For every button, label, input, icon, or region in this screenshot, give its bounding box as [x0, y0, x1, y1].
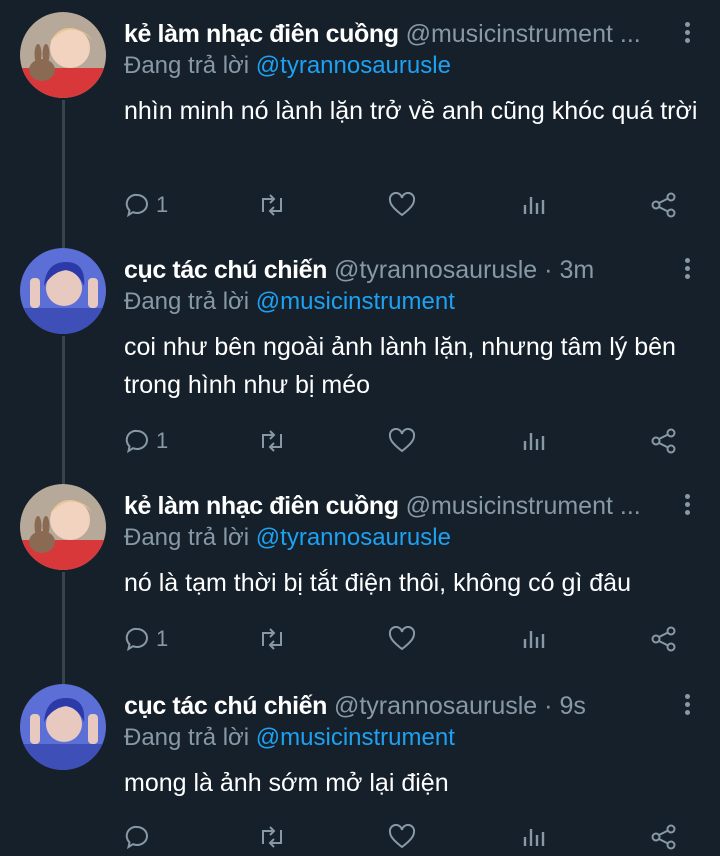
analytics-button[interactable] — [520, 822, 546, 852]
blue-hair-boy-avatar — [20, 684, 106, 770]
share-icon — [651, 626, 676, 652]
replying-to: Đang trả lời @tyrannosaurusle — [124, 522, 451, 554]
reply-icon — [125, 627, 148, 652]
username[interactable]: @musicinstrument ... — [406, 20, 641, 48]
replying-to-label: Đang trả lời — [124, 288, 250, 315]
analytics-icon — [523, 433, 545, 450]
reply-icon — [125, 825, 148, 850]
tweet-actions — [124, 822, 680, 852]
display-name[interactable]: cục tác chú chiến — [124, 256, 327, 284]
tweet[interactable]: kẻ làm nhạc điên cuồng @musicinstrument … — [0, 0, 720, 236]
reply-mention-link[interactable]: @tyrannosaurusle — [256, 52, 451, 79]
more-options-icon[interactable] — [682, 22, 692, 48]
tweet[interactable]: kẻ làm nhạc điên cuồng @musicinstrument … — [0, 472, 720, 672]
share-icon — [651, 192, 676, 218]
reply-count: 1 — [156, 428, 169, 453]
tweet[interactable]: cục tác chú chiến @tyrannosaurusle · 9s … — [0, 672, 720, 856]
avatar[interactable] — [20, 12, 106, 98]
tweet-text: nhìn minh nó lành lặn trở về anh cũng kh… — [124, 97, 698, 125]
reply-mention-link[interactable]: @tyrannosaurusle — [256, 524, 451, 551]
reply-count: 1 — [156, 192, 169, 217]
more-options-icon[interactable] — [682, 694, 692, 720]
display-name[interactable]: kẻ làm nhạc điên cuồng — [124, 20, 399, 48]
username[interactable]: @musicinstrument ... — [406, 492, 641, 520]
tweet-actions: 1 — [124, 426, 680, 456]
reply-icon — [125, 193, 148, 218]
tweet-header: cục tác chú chiến @tyrannosaurusle · 9s — [124, 690, 670, 722]
avatar[interactable] — [20, 684, 106, 770]
replying-to: Đang trả lời @musicinstrument — [124, 722, 455, 754]
display-name[interactable]: kẻ làm nhạc điên cuồng — [124, 492, 399, 520]
analytics-button[interactable] — [520, 426, 546, 456]
share-icon — [651, 824, 676, 850]
tweet-text: nó là tạm thời bị tắt điện thôi, không c… — [124, 569, 631, 597]
replying-to: Đang trả lời @tyrannosaurusle — [124, 50, 451, 82]
retweet-button[interactable] — [258, 624, 286, 654]
blue-hair-boy-avatar — [20, 248, 106, 334]
share-button[interactable] — [650, 624, 678, 654]
like-button[interactable] — [388, 190, 416, 220]
timestamp[interactable]: · 3m — [544, 256, 594, 284]
username[interactable]: @tyrannosaurusle — [334, 256, 537, 284]
analytics-button[interactable] — [520, 624, 546, 654]
tweet-header: cục tác chú chiến @tyrannosaurusle · 3m — [124, 254, 670, 286]
share-button[interactable] — [650, 822, 678, 852]
retweet-icon — [262, 826, 282, 848]
username[interactable]: @tyrannosaurusle — [334, 692, 537, 720]
tweet-text: mong là ảnh sớm mở lại điện — [124, 769, 449, 797]
heart-icon — [388, 626, 416, 651]
heart-icon — [388, 192, 416, 217]
tweet-actions: 1 — [124, 190, 680, 220]
retweet-icon — [262, 430, 282, 452]
rabbit-boy-avatar — [20, 484, 106, 570]
like-button[interactable] — [388, 426, 416, 456]
retweet-icon — [262, 194, 282, 216]
more-options-icon[interactable] — [682, 258, 692, 284]
analytics-icon — [523, 197, 545, 214]
reply-button[interactable]: 1 — [124, 624, 168, 654]
display-name[interactable]: cục tác chú chiến — [124, 692, 327, 720]
reply-button[interactable]: 1 — [124, 426, 168, 456]
like-button[interactable] — [388, 822, 416, 852]
share-icon — [651, 428, 676, 454]
retweet-icon — [262, 628, 282, 650]
avatar[interactable] — [20, 484, 106, 570]
retweet-button[interactable] — [258, 190, 286, 220]
retweet-button[interactable] — [258, 822, 286, 852]
more-options-icon[interactable] — [682, 494, 692, 520]
analytics-button[interactable] — [520, 190, 546, 220]
timestamp[interactable]: · 9s — [544, 692, 586, 720]
share-button[interactable] — [650, 190, 678, 220]
like-button[interactable] — [388, 624, 416, 654]
tweet-text: coi như bên ngoài ảnh lành lặn, nhưng tâ… — [124, 333, 676, 399]
tweet-header: kẻ làm nhạc điên cuồng @musicinstrument … — [124, 18, 670, 50]
reply-mention-link[interactable]: @musicinstrument — [256, 724, 455, 751]
replying-to: Đang trả lời @musicinstrument — [124, 286, 455, 318]
reply-count: 1 — [156, 626, 169, 651]
heart-icon — [388, 428, 416, 453]
replying-to-label: Đang trả lời — [124, 52, 250, 79]
share-button[interactable] — [650, 426, 678, 456]
replying-to-label: Đang trả lời — [124, 724, 250, 751]
reply-button[interactable] — [124, 822, 156, 852]
retweet-button[interactable] — [258, 426, 286, 456]
tweet-header: kẻ làm nhạc điên cuồng @musicinstrument … — [124, 490, 670, 522]
avatar[interactable] — [20, 248, 106, 334]
tweet[interactable]: cục tác chú chiến @tyrannosaurusle · 3m … — [0, 236, 720, 472]
analytics-icon — [523, 631, 545, 648]
rabbit-boy-avatar — [20, 12, 106, 98]
replying-to-label: Đang trả lời — [124, 524, 250, 551]
tweet-actions: 1 — [124, 624, 680, 654]
reply-mention-link[interactable]: @musicinstrument — [256, 288, 455, 315]
reply-icon — [125, 429, 148, 454]
heart-icon — [388, 824, 416, 849]
analytics-icon — [523, 829, 545, 846]
reply-button[interactable]: 1 — [124, 190, 168, 220]
